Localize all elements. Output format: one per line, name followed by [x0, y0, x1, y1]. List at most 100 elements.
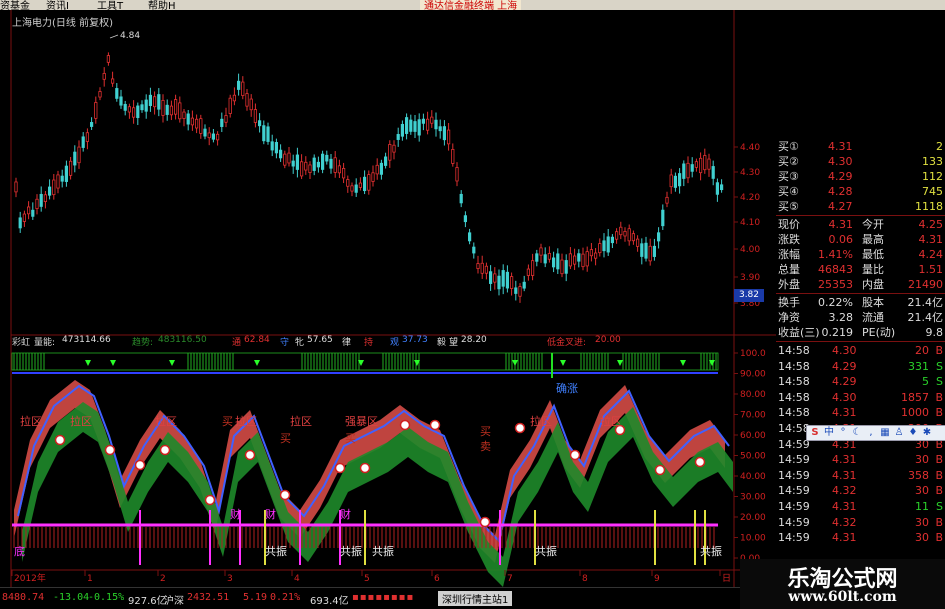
tick-row[interactable]: 14:59 4.32 30 B	[776, 515, 945, 530]
bid-label: 买④	[778, 185, 799, 198]
punctuation-icon[interactable]: °	[837, 427, 849, 439]
tick-row[interactable]: 14:58 4.31 1000 B	[776, 405, 945, 420]
zone-label: 拉区	[155, 414, 177, 428]
user-icon[interactable]: ♙	[893, 427, 905, 439]
bid-row[interactable]: 买② 4.30 133	[776, 154, 945, 169]
candle-body	[438, 126, 442, 132]
candle-body	[140, 104, 144, 111]
moon-icon[interactable]: ☾	[851, 427, 863, 439]
tools-icon[interactable]: ✱	[921, 427, 933, 439]
promo-banner[interactable]: 通达信金融终端 上海	[420, 0, 522, 10]
candle-body	[312, 157, 316, 171]
candle-body	[35, 198, 39, 209]
chinese-mode-icon[interactable]: 中	[823, 427, 835, 439]
finance-label: 收益(三)	[778, 326, 820, 339]
cross-label: 低金叉进:	[547, 338, 587, 348]
stat-row[interactable]: 总量 46843 量比 1.51	[776, 262, 945, 277]
status-bar: 8480.74 -13.04 -0.15% 927.6亿 沪深 2432.51 …	[0, 587, 740, 609]
stat-value: 1.41%	[818, 248, 853, 261]
tick-volume: 331	[908, 359, 929, 373]
tick-row[interactable]: 14:58 4.30 20 B	[776, 343, 945, 358]
stat-row[interactable]: 涨跌 0.06 最高 4.31	[776, 232, 945, 247]
candle-body	[463, 215, 468, 223]
bid-row[interactable]: 买③ 4.29 112	[776, 169, 945, 184]
tick-row[interactable]: 14:59 4.31 30 B	[776, 452, 945, 467]
tick-time: 14:58	[778, 406, 810, 420]
menu-news[interactable]: 资讯I	[46, 0, 69, 10]
candle-body	[476, 263, 480, 269]
tick-row[interactable]: 14:59 4.31 11 S	[776, 499, 945, 514]
tick-volume: 30	[915, 453, 929, 467]
price-axis-label: 4.20	[740, 193, 760, 203]
bid-row[interactable]: 买④ 4.28 745	[776, 184, 945, 199]
candle-body	[615, 231, 619, 240]
candle-body	[652, 245, 657, 257]
candle-body	[14, 181, 18, 193]
candle-body	[98, 91, 102, 98]
keyboard-icon[interactable]: ▦	[879, 427, 891, 439]
signal-band	[11, 352, 719, 371]
candle-body	[186, 113, 190, 125]
finance-row[interactable]: 净资 3.28 流通 21.4亿	[776, 310, 945, 325]
server-station[interactable]: 深圳行情主站1	[438, 591, 513, 606]
candle-body	[161, 100, 165, 116]
candle-body	[119, 96, 123, 106]
candle-body	[102, 73, 106, 80]
comma-icon[interactable]: ,	[865, 427, 877, 439]
menu-help[interactable]: 帮助H	[148, 0, 176, 10]
candle-body	[371, 172, 375, 182]
candle-body	[111, 78, 115, 84]
candle-body	[207, 132, 211, 139]
stat-row[interactable]: 现价 4.31 今开 4.25	[776, 217, 945, 232]
tick-row[interactable]: 14:58 4.29 5 S	[776, 374, 945, 389]
candle-body	[547, 253, 552, 260]
candle-body	[60, 175, 64, 182]
signal-dot-icon	[479, 516, 491, 528]
tick-row[interactable]: 14:59 4.31 30 B	[776, 530, 945, 545]
tick-row[interactable]: 14:59 4.32 30 B	[776, 483, 945, 498]
indicator-axis-label: 90.00	[740, 370, 766, 380]
bid-row[interactable]: 买⑤ 4.27 1118	[776, 199, 945, 214]
menu-fund[interactable]: 资基金	[0, 0, 30, 10]
candle-body	[270, 141, 274, 151]
bid-row[interactable]: 买① 4.31 2	[776, 139, 945, 154]
tick-volume: 30	[915, 484, 929, 498]
zone-label: 拉区	[20, 414, 42, 428]
shirt-icon[interactable]: ♦	[907, 427, 919, 439]
candle-body	[383, 156, 388, 166]
candle-body	[81, 136, 85, 148]
candle-body	[690, 164, 694, 172]
candle-body	[568, 253, 573, 267]
menu-tools[interactable]: 工具T	[97, 0, 123, 10]
resonance-label: 共振	[700, 544, 722, 558]
candle-body	[404, 117, 409, 134]
candle-body	[514, 287, 518, 294]
sh-index: 8480.74	[2, 592, 45, 603]
signal-dot-icon	[654, 464, 666, 476]
price-axis-label: 4.30	[740, 168, 760, 178]
quote-divider	[776, 341, 945, 342]
bid-label: 买③	[778, 170, 799, 183]
stat-row[interactable]: 外盘 25353 内盘 21490	[776, 277, 945, 292]
down-arrow-icon	[254, 360, 260, 366]
tick-row[interactable]: 14:59 4.31 358 B	[776, 468, 945, 483]
tick-row[interactable]: 14:58 4.30 1857 B	[776, 390, 945, 405]
stat-row[interactable]: 涨幅 1.41% 最低 4.24	[776, 247, 945, 262]
signal-dot-icon	[104, 444, 116, 456]
candle-body	[94, 102, 98, 119]
candle-body	[648, 245, 652, 262]
ind-item-0-label: 通	[232, 338, 242, 348]
tick-row[interactable]: 14:58 4.29 331 S	[776, 359, 945, 374]
candle-body	[278, 149, 283, 159]
candle-body	[720, 184, 724, 191]
down-arrow-icon	[169, 360, 175, 366]
finance-row[interactable]: 换手 0.22% 股本 21.4亿	[776, 295, 945, 310]
candle-body	[190, 117, 194, 126]
ime-logo-icon[interactable]: S	[809, 427, 821, 439]
indicator-name: 彩虹	[12, 338, 31, 348]
resonance-label: 共振	[265, 544, 287, 558]
input-method-toolbar[interactable]: S 中 ° ☾ , ▦ ♙ ♦ ✱	[806, 425, 945, 441]
finance-row[interactable]: 收益(三) 0.219 PE(动) 9.8	[776, 325, 945, 340]
tick-price: 4.31	[832, 406, 857, 420]
candle-body	[400, 123, 405, 137]
